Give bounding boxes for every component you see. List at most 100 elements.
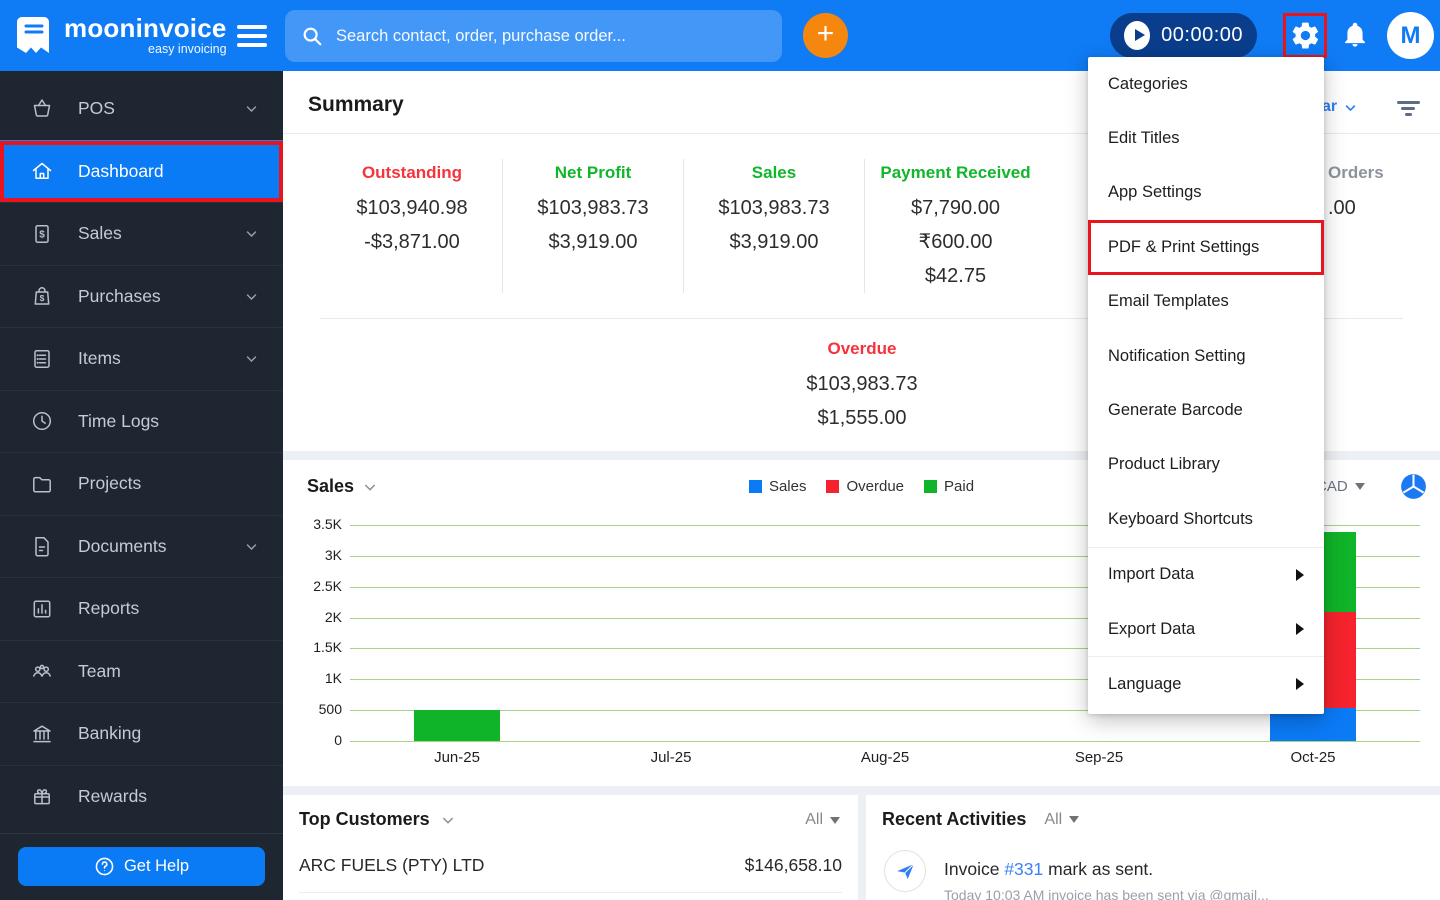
menu-item-keyboard-shortcuts[interactable]: Keyboard Shortcuts	[1088, 492, 1324, 546]
bag-icon: $	[30, 284, 54, 308]
invoice-link[interactable]: #331	[1004, 859, 1043, 879]
sidebar-item-label: Team	[78, 660, 121, 681]
activity-meta: Today 10:03 AM invoice has been sent via…	[944, 887, 1269, 900]
stat-overdue: Overdue $103,983.73 $1,555.00	[742, 339, 982, 435]
folder-icon	[30, 472, 54, 496]
bar-jul-25	[628, 525, 714, 741]
sidebar-item-projects[interactable]: Projects	[0, 452, 283, 515]
filter-all-label: All	[1044, 810, 1063, 828]
customer-row[interactable]: ARC FUELS (PTY) LTD $146,658.10	[299, 855, 842, 876]
gear-icon	[1292, 22, 1318, 49]
recent-activities-card: Recent Activities All Invoice #331 mark …	[866, 795, 1440, 900]
menu-item-label: Language	[1108, 674, 1182, 693]
legend-item-sales: Sales	[748, 478, 807, 495]
menu-item-notification-setting[interactable]: Notification Setting	[1088, 329, 1324, 383]
submenu-arrow-icon	[1296, 678, 1304, 691]
quick-add-button[interactable]: +	[803, 13, 848, 58]
sidebar-nav: POS Dashboard $ Sales $ Purchases Items Time Lo…	[0, 71, 283, 900]
stat-payment-received: Payment Received $7,790.00 ₹600.00 $42.75	[865, 159, 1046, 293]
menu-item-export-data[interactable]: Export Data	[1088, 602, 1324, 656]
menu-item-label: PDF & Print Settings	[1108, 237, 1260, 256]
stat-orders-value-partial: .00	[1328, 197, 1356, 219]
stat-sales: Sales $103,983.73 $3,919.00	[684, 159, 865, 293]
stat-orders: Orders .00	[1328, 163, 1384, 225]
stat-label: Net Profit	[554, 163, 632, 182]
menu-item-label: Keyboard Shortcuts	[1108, 509, 1253, 528]
gridline	[350, 741, 1420, 742]
top-customers-card: Top Customers All ARC FUELS (PTY) LTD $1…	[283, 795, 858, 900]
chevron-down-icon[interactable]	[440, 812, 456, 828]
triangle-down-icon	[1354, 483, 1365, 490]
triangle-down-icon	[1069, 816, 1080, 823]
user-avatar[interactable]: M	[1387, 12, 1434, 59]
stat-label: Payment Received	[880, 163, 1031, 182]
menu-item-label: App Settings	[1108, 183, 1202, 202]
menu-item-pdf-print-settings[interactable]: PDF & Print Settings	[1088, 220, 1324, 274]
pie-chart-toggle-icon[interactable]	[1400, 473, 1427, 500]
menu-item-label: Email Templates	[1108, 292, 1229, 311]
paper-plane-icon	[896, 863, 914, 879]
logo-tagline: easy invoicing	[148, 41, 227, 56]
sidebar-item-label: Projects	[78, 473, 142, 494]
sidebar-item-label: Dashboard	[78, 160, 164, 181]
x-axis-label: Oct-25	[1290, 749, 1336, 766]
menu-item-email-templates[interactable]: Email Templates	[1088, 275, 1324, 329]
sidebar-item-sales[interactable]: $ Sales	[0, 202, 283, 265]
legend-label: Sales	[768, 478, 807, 495]
stat-value: $103,940.98	[356, 197, 468, 219]
menu-item-product-library[interactable]: Product Library	[1088, 438, 1324, 492]
menu-hamburger-icon[interactable]	[237, 25, 267, 47]
y-axis-tick: 500	[318, 701, 342, 718]
search-placeholder: Search contact, order, purchase order...	[336, 26, 626, 45]
app-logo[interactable]: mooninvoice easy invoicing	[12, 13, 227, 57]
sidebar-item-dashboard[interactable]: Dashboard	[0, 139, 283, 202]
notifications-bell-icon[interactable]	[1341, 20, 1369, 50]
sidebar-item-purchases[interactable]: $ Purchases	[0, 264, 283, 328]
time-tracker-widget[interactable]: 00:00:00	[1110, 13, 1257, 58]
stat-value: $3,919.00	[729, 231, 819, 253]
activity-prefix: Invoice	[944, 859, 1005, 879]
sidebar-item-label: Reports	[78, 598, 140, 619]
menu-item-edit-titles[interactable]: Edit Titles	[1088, 111, 1324, 165]
sidebar-item-team[interactable]: Team	[0, 639, 283, 703]
sidebar-item-banking[interactable]: Banking	[0, 702, 283, 765]
home-icon	[30, 159, 54, 183]
chevron-down-icon	[244, 351, 259, 366]
bar-segment-paid[interactable]	[414, 710, 500, 741]
sidebar-item-pos[interactable]: POS	[0, 77, 283, 140]
menu-item-language[interactable]: Language	[1088, 657, 1324, 711]
bar-jun-25	[414, 525, 500, 741]
triangle-down-icon	[830, 816, 840, 824]
get-help-button[interactable]: Get Help	[18, 847, 265, 886]
menu-item-import-data[interactable]: Import Data	[1088, 548, 1324, 602]
top-customers-filter[interactable]: All	[805, 811, 840, 829]
row-divider	[299, 892, 842, 893]
recent-activities-title: Recent Activities	[882, 809, 1027, 829]
moon-invoice-dashboard: mooninvoice easy invoicing Search contac…	[0, 0, 1440, 900]
play-icon[interactable]	[1124, 21, 1151, 50]
x-axis-label: Jul-25	[650, 749, 692, 766]
activity-text[interactable]: Invoice #331 mark as sent.	[944, 859, 1153, 880]
settings-button[interactable]	[1283, 13, 1327, 58]
period-selector[interactable]: ar	[1322, 98, 1358, 116]
timer-value: 00:00:00	[1161, 24, 1243, 46]
y-axis-tick: 1.5K	[313, 639, 342, 656]
recent-activities-filter[interactable]: All	[1044, 810, 1080, 829]
sidebar-item-items[interactable]: Items	[0, 327, 283, 390]
x-axis-label: Aug-25	[860, 749, 910, 766]
mooninvoice-logo-icon	[17, 17, 49, 53]
stat-value: -$3,871.00	[364, 231, 460, 253]
search-input[interactable]: Search contact, order, purchase order...	[285, 10, 782, 62]
menu-item-generate-barcode[interactable]: Generate Barcode	[1088, 383, 1324, 437]
legend-swatch	[826, 480, 840, 493]
sidebar-item-reports[interactable]: Reports	[0, 577, 283, 640]
menu-item-categories[interactable]: Categories	[1088, 57, 1324, 111]
y-axis-tick: 2.5K	[313, 577, 342, 594]
legend-item-paid: Paid	[924, 478, 974, 495]
sidebar-item-time-logs[interactable]: Time Logs	[0, 389, 283, 453]
sidebar-item-rewards[interactable]: Rewards	[0, 764, 283, 828]
filter-icon[interactable]	[1396, 101, 1420, 117]
sidebar-item-documents[interactable]: Documents	[0, 514, 283, 578]
team-icon	[30, 659, 54, 683]
menu-item-app-settings[interactable]: App Settings	[1088, 166, 1324, 220]
